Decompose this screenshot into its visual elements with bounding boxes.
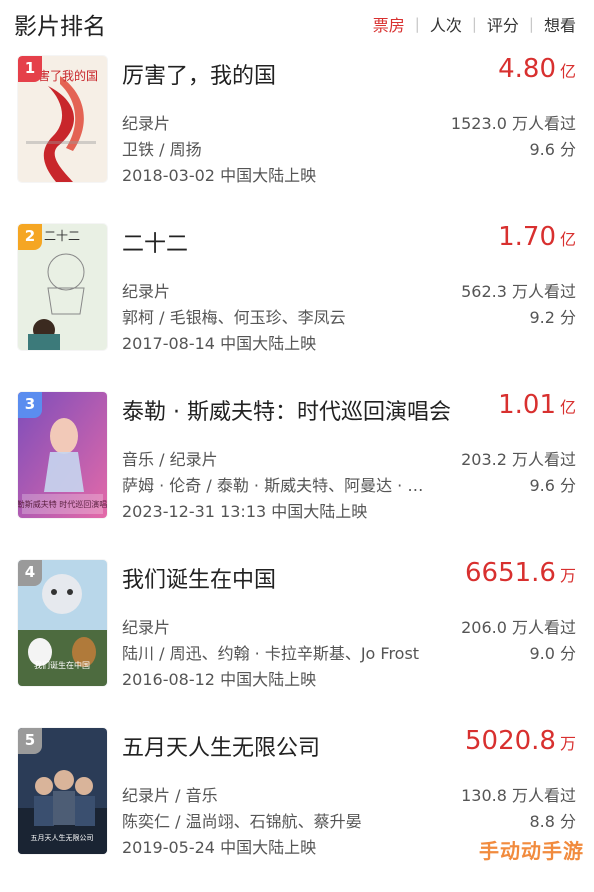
movie-poster[interactable]: 泰勒斯威夫特 时代巡回演唱会 3	[18, 392, 107, 518]
movie-poster[interactable]: 二十二 2	[18, 224, 107, 350]
box-office-unit: 万	[559, 734, 576, 753]
viewer-count: 130.8 万人看过	[461, 786, 576, 805]
tab-want-to-see[interactable]: 想看	[544, 12, 576, 36]
rank-badge: 2	[18, 224, 42, 250]
tab-divider: |	[471, 15, 477, 33]
rank-badge: 1	[18, 56, 42, 82]
movie-title[interactable]: 泰勒 · 斯威夫特：时代巡回演唱会	[122, 394, 451, 426]
box-office: 1.70 亿	[498, 222, 576, 252]
tab-rating[interactable]: 评分	[487, 12, 519, 36]
release-info: 2018-03-02 中国大陆上映	[122, 166, 317, 185]
viewer-count: 562.3 万人看过	[461, 282, 576, 301]
box-office: 1.01 亿	[498, 390, 576, 420]
page-title: 影片排名	[14, 14, 106, 40]
movie-title[interactable]: 厉害了，我的国	[122, 58, 276, 90]
sort-tabs: 票房 | 人次 | 评分 | 想看	[373, 12, 576, 36]
tab-divider: |	[414, 15, 420, 33]
box-office: 4.80 亿	[498, 54, 576, 84]
movie-list-item[interactable]: 二十二 2 二十二 1.70 亿 纪录片 562.3 万人看过 郭柯 / 毛银梅、…	[0, 220, 594, 388]
movie-title[interactable]: 我们诞生在中国	[122, 562, 276, 594]
movie-title[interactable]: 二十二	[122, 226, 188, 258]
box-office-value: 4.80	[498, 54, 556, 84]
movie-genre: 纪录片	[122, 618, 171, 637]
poster-text: 二十二	[44, 229, 80, 243]
director-cast: 萨姆 · 伦奇 / 泰勒 · 斯威夫特、阿曼达 · …	[122, 476, 424, 495]
poster-text: 泰勒斯威夫特 时代巡回演唱会	[18, 499, 107, 509]
rating-score: 8.8 分	[529, 812, 576, 831]
director-cast: 郭柯 / 毛银梅、何玉珍、李凤云	[122, 308, 346, 327]
box-office-unit: 万	[559, 566, 576, 585]
director-cast: 陈奕仁 / 温尚翊、石锦航、蔡升晏	[122, 812, 362, 831]
release-info: 2017-08-14 中国大陆上映	[122, 334, 317, 353]
movie-poster[interactable]: 五月天人生无限公司 5	[18, 728, 107, 854]
rating-score: 9.6 分	[529, 140, 576, 159]
movie-genre: 音乐 / 纪录片	[122, 450, 218, 469]
rank-badge: 3	[18, 392, 42, 418]
movie-ranking-list: 厉害了我的国 1 厉害了，我的国 4.80 亿 纪录片 1523.0 万人看过 卫…	[0, 52, 594, 892]
rating-score: 9.0 分	[529, 644, 576, 663]
box-office: 5020.8 万	[465, 726, 576, 756]
movie-poster[interactable]: 厉害了我的国 1	[18, 56, 107, 182]
header: 影片排名 票房 | 人次 | 评分 | 想看	[0, 0, 594, 48]
viewer-count: 203.2 万人看过	[461, 450, 576, 469]
rank-badge: 5	[18, 728, 42, 754]
rating-score: 9.6 分	[529, 476, 576, 495]
box-office-value: 5020.8	[465, 726, 556, 756]
director-cast: 陆川 / 周迅、约翰 · 卡拉辛斯基、Jo Frost	[122, 644, 420, 663]
movie-list-item[interactable]: 我们诞生在中国 4 我们诞生在中国 6651.6 万 纪录片 206.0 万人看过…	[0, 556, 594, 724]
box-office-unit: 亿	[559, 230, 576, 249]
release-info: 2016-08-12 中国大陆上映	[122, 670, 317, 689]
viewer-count: 1523.0 万人看过	[450, 114, 576, 133]
tab-box-office[interactable]: 票房	[373, 12, 405, 36]
poster-text: 五月天人生无限公司	[31, 833, 94, 842]
box-office-unit: 亿	[559, 398, 576, 417]
rating-score: 9.2 分	[529, 308, 576, 327]
release-info: 2023-12-31 13:13 中国大陆上映	[122, 502, 368, 521]
release-info: 2019-05-24 中国大陆上映	[122, 838, 317, 857]
tab-divider: |	[528, 15, 534, 33]
director-cast: 卫铁 / 周扬	[122, 140, 202, 159]
tab-attendance[interactable]: 人次	[430, 12, 462, 36]
box-office-unit: 亿	[559, 62, 576, 81]
movie-genre: 纪录片	[122, 282, 171, 301]
movie-title[interactable]: 五月天人生无限公司	[122, 730, 320, 762]
movie-genre: 纪录片 / 音乐	[122, 786, 218, 805]
poster-text: 我们诞生在中国	[34, 660, 90, 670]
box-office-value: 1.70	[498, 222, 556, 252]
movie-genre: 纪录片	[122, 114, 171, 133]
movie-list-item[interactable]: 泰勒斯威夫特 时代巡回演唱会 3 泰勒 · 斯威夫特：时代巡回演唱会 1.01亿…	[0, 388, 594, 556]
box-office-value: 1.01	[498, 390, 556, 420]
movie-poster[interactable]: 我们诞生在中国 4	[18, 560, 107, 686]
box-office-value: 6651.6	[465, 558, 556, 588]
box-office: 6651.6 万	[465, 558, 576, 588]
movie-list-item[interactable]: 五月天人生无限公司 5 五月天人生无限公司 5020.8 万 纪录片 / 音乐 1…	[0, 724, 594, 892]
site-watermark: 手动动手游	[479, 839, 584, 863]
viewer-count: 206.0 万人看过	[461, 618, 576, 637]
rank-badge: 4	[18, 560, 42, 586]
movie-list-item[interactable]: 厉害了我的国 1 厉害了，我的国 4.80 亿 纪录片 1523.0 万人看过 卫…	[0, 52, 594, 220]
